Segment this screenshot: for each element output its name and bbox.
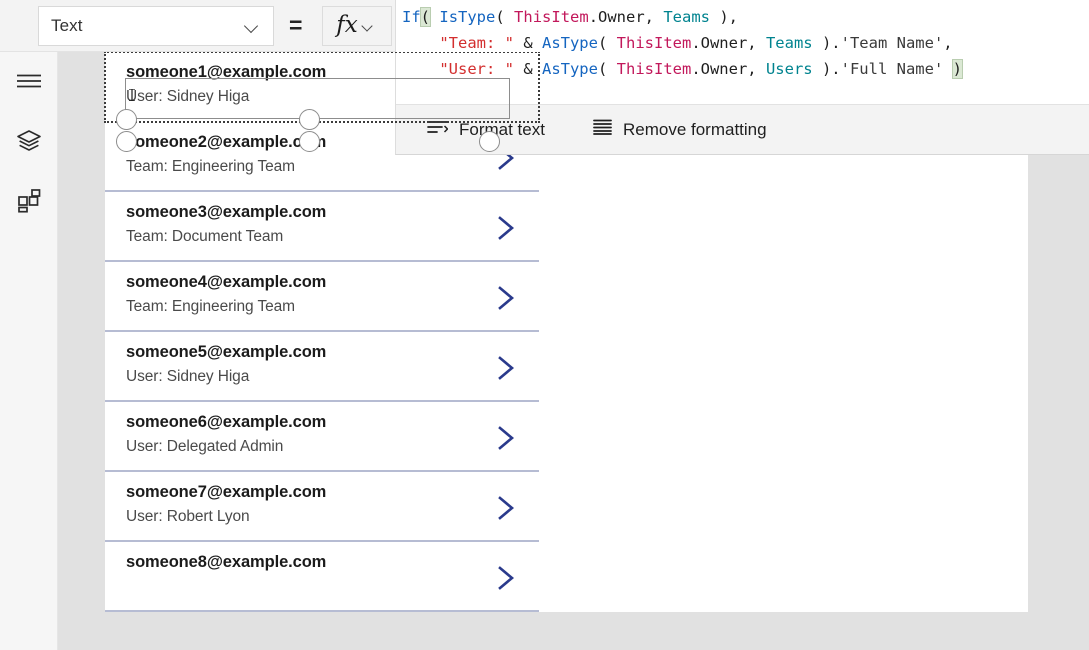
gallery-item-subtitle: Team: Engineering Team [126, 298, 295, 315]
gallery-item-subtitle: User: Robert Lyon [126, 508, 250, 525]
resize-handle-gallery-middle[interactable] [299, 131, 320, 152]
property-dropdown[interactable]: Text [38, 6, 274, 46]
formula-token: ), [710, 8, 739, 26]
sidebar-item-insert[interactable] [0, 178, 58, 228]
formula-token: .Owner, [588, 8, 664, 26]
formula-token: ( [597, 60, 617, 78]
formula-token: ThisItem [514, 8, 589, 26]
chevron-right-icon[interactable] [496, 495, 518, 521]
gallery-item[interactable]: someone8@example.com [105, 542, 539, 612]
resize-handle-label-middle[interactable] [299, 109, 320, 130]
text-caret [128, 88, 136, 102]
gallery-item-title: someone3@example.com [126, 203, 327, 221]
formula-token: ). [812, 34, 841, 52]
formula-token: ) [951, 59, 964, 79]
format-text-icon [427, 120, 449, 140]
formula-token: & [513, 60, 542, 78]
formula-token: .Owner, [691, 60, 766, 78]
remove-formatting-icon [593, 119, 612, 140]
gallery-item-subtitle: User: Delegated Admin [126, 438, 284, 455]
formula-token: If [402, 8, 421, 26]
chevron-right-icon[interactable] [496, 425, 518, 451]
formula-token: "Team: " [439, 34, 514, 52]
formula-token: ( [419, 7, 432, 27]
gallery-item-subtitle: Team: Engineering Team [126, 158, 295, 175]
formula-token: ThisItem [616, 34, 692, 52]
insert-icon [17, 188, 42, 218]
remove-formatting-label: Remove formatting [622, 119, 767, 139]
gallery-item[interactable]: someone5@example.com User: Sidney Higa [105, 332, 539, 402]
gallery-item[interactable]: someone4@example.com Team: Engineering Te… [105, 262, 539, 332]
left-rail [0, 52, 58, 650]
formula-token: , [943, 34, 953, 52]
remove-formatting-button[interactable]: Remove formatting [583, 105, 777, 155]
resize-handle-gallery-left[interactable] [116, 131, 137, 152]
chevron-right-icon[interactable] [496, 355, 518, 381]
gallery-item-title: someone7@example.com [126, 483, 327, 501]
formula-token: .Owner, [691, 34, 766, 52]
sidebar-item-tree-view[interactable] [0, 118, 58, 168]
gallery-item-subtitle: User: Sidney Higa [126, 368, 250, 385]
formula-token: ( [597, 34, 617, 52]
chevron-down-icon [245, 19, 259, 33]
chevron-right-icon[interactable] [496, 565, 518, 591]
formula-token: ThisItem [616, 60, 692, 78]
formula-token: IsType [439, 8, 496, 26]
gallery-item-title: someone2@example.com [126, 133, 327, 151]
formula-token: ( [495, 8, 515, 26]
formula-token: Teams [765, 34, 813, 52]
gallery-item-subtitle: User: Sidney Higa [126, 88, 250, 105]
resize-handle-gallery-right[interactable] [479, 131, 500, 152]
property-dropdown-value: Text [51, 16, 83, 35]
format-text-label: Format text [459, 119, 545, 139]
formula-token: AsType [541, 34, 598, 52]
formula-input[interactable]: If( IsType( ThisItem.Owner, Teams ), "Te… [402, 4, 1089, 103]
formula-token: "User: " [439, 60, 514, 78]
gallery-item[interactable]: someone6@example.com User: Delegated Admi… [105, 402, 539, 472]
formula-line: "Team: " & AsType( ThisItem.Owner, Teams… [402, 30, 1089, 56]
gallery-item-title: someone4@example.com [126, 273, 327, 291]
resize-handle-label-left[interactable] [116, 109, 137, 130]
formula-token: Teams [663, 8, 711, 26]
chevron-right-icon[interactable] [496, 285, 518, 311]
gallery-item-title: someone5@example.com [126, 343, 327, 361]
gallery-item-subtitle: Team: Document Team [126, 228, 284, 245]
fx-icon: fx [336, 11, 358, 38]
gallery-item[interactable]: someone3@example.com Team: Document Team [105, 192, 539, 262]
formula-token [430, 8, 439, 26]
app-root: Text = fx someone1@example.com User: Sid… [0, 0, 1089, 650]
chevron-down-icon [362, 20, 374, 32]
equals-sign: = [289, 12, 303, 38]
formula-token: Users [765, 60, 813, 78]
formula-token [402, 60, 439, 78]
formula-editor-panel: If( IsType( ThisItem.Owner, Teams ), "Te… [395, 0, 1089, 155]
formula-token: AsType [541, 60, 598, 78]
formula-format-bar: Format text Remove formatting [396, 104, 1089, 154]
formula-line: "User: " & AsType( ThisItem.Owner, Users… [402, 56, 1089, 82]
formula-line: If( IsType( ThisItem.Owner, Teams ), [402, 4, 1089, 30]
chevron-right-icon[interactable] [496, 215, 518, 241]
gallery-item-separator [105, 610, 539, 612]
formula-token: 'Full Name' [840, 60, 944, 78]
tree-view-icon [16, 129, 42, 158]
gallery-item-title: someone1@example.com [126, 63, 327, 81]
formula-token [402, 34, 439, 52]
gallery-item-title: someone8@example.com [126, 553, 327, 571]
formula-token: 'Team Name' [840, 34, 944, 52]
sidebar-item-menu[interactable] [0, 58, 58, 108]
formula-token [943, 60, 952, 78]
gallery-item-title: someone6@example.com [126, 413, 327, 431]
menu-icon [16, 72, 42, 95]
formula-token: ). [812, 60, 841, 78]
gallery-item[interactable]: someone7@example.com User: Robert Lyon [105, 472, 539, 542]
fx-button[interactable]: fx [322, 6, 392, 46]
formula-token: & [513, 34, 542, 52]
